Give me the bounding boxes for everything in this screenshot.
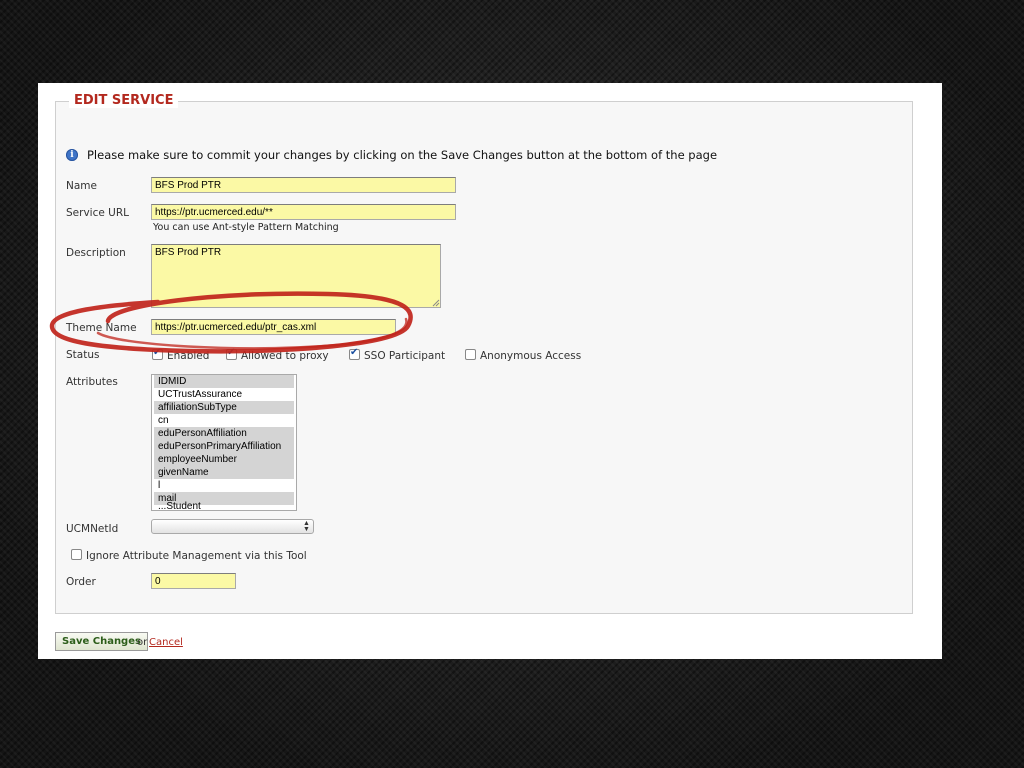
theme-name-input[interactable]: https://ptr.ucmerced.edu/ptr_cas.xml	[151, 319, 396, 335]
anonymous-access-checkbox[interactable]	[465, 349, 476, 360]
enabled-checkbox[interactable]	[152, 347, 163, 360]
attribute-option[interactable]: UCTrustAssurance	[154, 388, 294, 401]
attribute-option[interactable]: ...Student	[154, 500, 294, 510]
attributes-label: Attributes	[66, 376, 118, 388]
status-sso-participant[interactable]: SSO Participant	[349, 347, 445, 362]
attributes-listbox[interactable]: IDMID UCTrustAssurance affiliationSubTyp…	[151, 374, 297, 511]
order-label: Order	[66, 576, 96, 588]
notice-text: Please make sure to commit your changes …	[87, 148, 718, 162]
status-label: Status	[66, 349, 100, 361]
description-label: Description	[66, 247, 126, 259]
attribute-option[interactable]: givenName	[154, 466, 294, 479]
save-changes-button[interactable]: Save Changes	[55, 632, 148, 651]
attribute-option[interactable]: employeeNumber	[154, 453, 294, 466]
sso-participant-checkbox[interactable]	[349, 347, 360, 360]
attribute-option[interactable]: l	[154, 479, 294, 492]
attribute-option[interactable]: cn	[154, 414, 294, 427]
fieldset-legend: EDIT SERVICE	[69, 93, 179, 108]
description-textarea[interactable]: BFS Prod PTR	[151, 244, 441, 308]
attribute-option[interactable]: IDMID	[154, 375, 294, 388]
ucmnetid-label: UCMNetId	[66, 523, 119, 535]
theme-name-label: Theme Name	[66, 322, 137, 334]
ignore-attribute-management[interactable]: Ignore Attribute Management via this Too…	[71, 549, 307, 562]
attribute-option[interactable]: eduPersonPrimaryAffiliation	[154, 440, 294, 453]
service-url-hint: You can use Ant-style Pattern Matching	[153, 222, 339, 233]
status-enabled[interactable]: Enabled	[152, 347, 209, 362]
info-icon: i	[66, 149, 78, 161]
cancel-link[interactable]: Cancel	[149, 637, 183, 648]
resize-grip-icon[interactable]	[432, 299, 440, 307]
status-anonymous-access[interactable]: Anonymous Access	[465, 349, 581, 362]
status-allowed-to-proxy[interactable]: Allowed to proxy	[226, 347, 329, 362]
or-text: or	[137, 637, 148, 648]
name-label: Name	[66, 180, 97, 192]
order-input[interactable]: 0	[151, 573, 236, 589]
attribute-option[interactable]: eduPersonAffiliation	[154, 427, 294, 440]
ignore-attribute-checkbox[interactable]	[71, 549, 82, 560]
attribute-option[interactable]: affiliationSubType	[154, 401, 294, 414]
service-url-label: Service URL	[66, 207, 129, 219]
allowed-to-proxy-checkbox[interactable]	[226, 347, 237, 360]
ucmnetid-select[interactable]: ▲ ▼	[151, 519, 314, 534]
screenshot-slide: EDIT SERVICE i Please make sure to commi…	[38, 83, 942, 659]
service-url-input[interactable]: https://ptr.ucmerced.edu/**	[151, 204, 456, 220]
up-down-arrows-icon: ▲ ▼	[303, 520, 310, 533]
name-input[interactable]: BFS Prod PTR	[151, 177, 456, 193]
